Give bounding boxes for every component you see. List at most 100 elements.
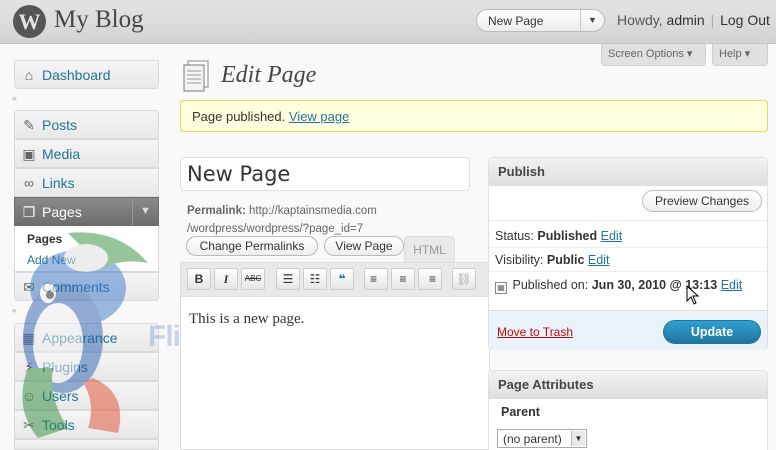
pages-icon — [183, 60, 209, 92]
editor-text: This is a new page. — [189, 311, 305, 327]
permalink-area: Permalink: http://kaptainsmedia.com /wor… — [187, 202, 377, 238]
preview-changes-button[interactable]: Preview Changes — [642, 190, 762, 212]
published-on-label: Published on: — [512, 278, 589, 292]
visibility-label: Visibility: — [495, 253, 544, 267]
submenu-item-pages[interactable]: Pages — [27, 232, 62, 246]
italic-button[interactable]: I — [214, 268, 238, 290]
edit-date-link[interactable]: Edit — [721, 278, 743, 292]
site-title[interactable]: My Blog — [54, 6, 144, 34]
visibility-row: Visibility: Public Edit — [495, 253, 609, 267]
help-button[interactable]: Help ▾ — [712, 44, 768, 66]
sidebar-item-label: Links — [42, 175, 75, 191]
publish-actions: Move to Trash Update — [489, 310, 767, 350]
page-attributes-title[interactable]: Page Attributes — [489, 371, 767, 399]
view-page-link[interactable]: View page — [289, 109, 349, 124]
permalink-url-line1: http://kaptainsmedia.com — [249, 205, 377, 217]
chevron-down-icon[interactable]: ▼ — [571, 431, 585, 446]
chevron-down-icon[interactable]: ▼ — [580, 10, 604, 31]
separator: | — [710, 12, 715, 28]
sidebar-item-users[interactable]: ☺ Users — [14, 381, 159, 410]
mouse-cursor-icon — [686, 285, 700, 305]
publish-box-title[interactable]: Publish — [489, 158, 767, 186]
sidebar-item-tools[interactable]: ✂ Tools — [14, 410, 159, 439]
username-link[interactable]: admin — [667, 12, 705, 28]
favorite-actions-select[interactable]: New Page ▼ — [476, 9, 605, 32]
sidebar-item-label: Dashboard — [42, 67, 111, 83]
users-icon: ☺ — [21, 388, 37, 404]
sidebar-item-links[interactable]: ∞ Links — [14, 168, 159, 197]
editor-toolbar: B I ABC ☰ ☷ ❝ ≡ ≡ ≡ ⛓ — [180, 262, 490, 296]
link-icon: ∞ — [24, 175, 34, 191]
pages-submenu: Pages Add New — [14, 227, 159, 272]
permalink-url-line2: /wordpress/wordpress/?page_id=7 — [187, 223, 364, 235]
pushpin-icon: ✎ — [23, 117, 35, 133]
sidebar-item-comments[interactable]: ✉ Comments — [14, 272, 159, 301]
logout-link[interactable]: Log Out — [720, 12, 770, 28]
status-value: Published — [537, 229, 598, 243]
sidebar-item-posts[interactable]: ✎ Posts — [14, 110, 159, 139]
page-attributes-box: Page Attributes Parent (no parent) ▼ — [488, 370, 768, 450]
submenu-item-add-new[interactable]: Add New — [27, 253, 76, 267]
wordpress-logo-icon[interactable]: W — [13, 5, 46, 38]
pages-icon: ❐ — [22, 204, 36, 220]
edit-status-link[interactable]: Edit — [601, 229, 623, 243]
divider — [489, 220, 767, 221]
sidebar-item-label: Plugins — [42, 359, 88, 375]
sidebar-item-label: Appearance — [42, 330, 118, 346]
parent-label: Parent — [501, 405, 540, 419]
bold-button[interactable]: B — [187, 268, 211, 290]
page-title: Edit Page — [221, 62, 317, 88]
publish-box: Publish Preview Changes Status: Publishe… — [488, 157, 768, 350]
change-permalinks-button[interactable]: Change Permalinks — [186, 236, 318, 256]
sidebar-item-label: Pages — [42, 204, 82, 220]
appearance-icon: ▦ — [22, 330, 36, 346]
divider — [489, 271, 767, 272]
blockquote-button[interactable]: ❝ — [330, 268, 354, 290]
bulleted-list-button[interactable]: ☰ — [276, 268, 300, 290]
screen-options-button[interactable]: Screen Options ▾ — [601, 44, 706, 66]
update-button[interactable]: Update — [663, 320, 761, 344]
edit-visibility-link[interactable]: Edit — [588, 253, 610, 267]
sidebar-item-settings[interactable] — [14, 439, 159, 450]
menu-collapse-icon[interactable]: « — [12, 305, 157, 319]
favorite-actions-selected: New Page — [488, 14, 544, 28]
plug-icon: ⚡ — [24, 359, 34, 375]
strikethrough-button[interactable]: ABC — [241, 268, 265, 290]
insert-link-button[interactable]: ⛓ — [452, 268, 476, 290]
editor-content-area[interactable]: This is a new page. — [180, 296, 490, 450]
comment-bubble-icon: ✉ — [23, 279, 35, 295]
sidebar-item-plugins[interactable]: ⚡ Plugins — [14, 352, 159, 381]
menu-collapse-icon[interactable]: « — [12, 93, 157, 107]
align-right-button[interactable]: ≡ — [418, 268, 442, 290]
howdy-prefix: Howdy, — [617, 12, 663, 28]
notice-message: Page published. View page — [192, 109, 349, 124]
chevron-down-icon[interactable]: ▼ — [132, 198, 158, 225]
visibility-value: Public — [546, 253, 585, 267]
sidebar-item-label: Media — [42, 146, 81, 162]
sidebar-item-dashboard[interactable]: ⌂ Dashboard — [14, 60, 159, 89]
parent-selected-value: (no parent) — [503, 432, 562, 446]
align-center-button[interactable]: ≡ — [391, 268, 415, 290]
sidebar-item-label: Tools — [42, 417, 75, 433]
tab-html[interactable]: HTML — [404, 236, 455, 262]
wrench-icon: ✂ — [23, 417, 35, 433]
sidebar-item-label: Users — [42, 388, 79, 404]
published-on-row: ▦ Published on: Jun 30, 2010 @ 13:13 Edi… — [495, 278, 742, 294]
sidebar-item-media[interactable]: ▣ Media — [14, 139, 159, 168]
sidebar-item-appearance[interactable]: ▦ Appearance — [14, 323, 159, 352]
parent-select[interactable]: (no parent) ▼ — [497, 429, 587, 448]
notice-banner: Page published. View page — [180, 100, 768, 132]
title-input[interactable] — [180, 157, 470, 191]
user-info: Howdy, admin | Log Out — [617, 12, 770, 28]
status-label: Status: — [495, 229, 534, 243]
view-page-button[interactable]: View Page — [324, 236, 404, 256]
admin-header: W My Blog New Page ▼ Howdy, admin | Log … — [0, 0, 776, 44]
house-icon: ⌂ — [24, 67, 34, 83]
numbered-list-button[interactable]: ☷ — [303, 268, 327, 290]
sidebar-item-pages[interactable]: ❐ Pages ▼ — [14, 197, 159, 226]
notice-text: Page published. — [192, 109, 286, 124]
align-left-button[interactable]: ≡ — [364, 268, 388, 290]
sidebar-item-label: Comments — [42, 279, 110, 295]
move-to-trash-link[interactable]: Move to Trash — [497, 325, 573, 339]
divider — [489, 247, 767, 248]
